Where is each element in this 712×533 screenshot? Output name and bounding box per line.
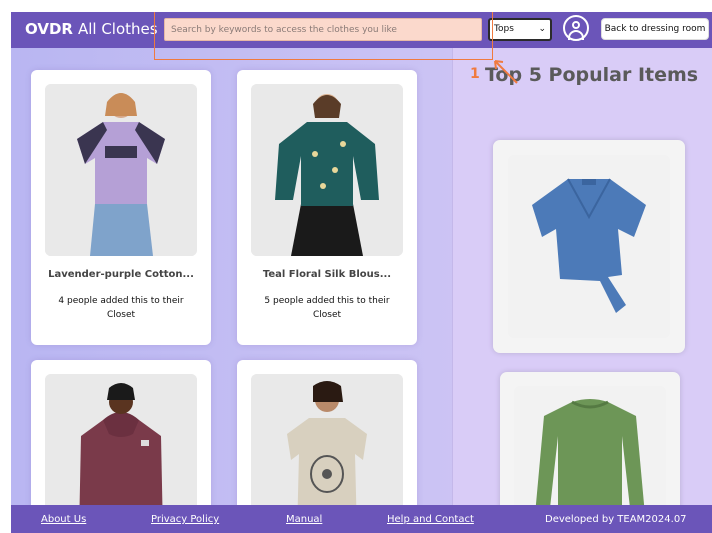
product-card[interactable]: Teal Floral Silk Blous... 5 people added… [237,70,417,345]
search-input[interactable] [164,18,482,41]
product-image[interactable] [45,84,197,256]
product-title[interactable]: Lavender-purple Cotton... [31,269,211,280]
footer-link-help[interactable]: Help and Contact [387,514,474,525]
popular-item-card[interactable] [500,372,680,526]
popular-item-card[interactable] [493,140,685,353]
product-closet-count: 5 people added this to their Closet [264,296,390,320]
user-icon-head [572,21,580,29]
footer-credit: Developed by TEAM2024.07 [545,514,687,525]
panel-divider [452,48,453,505]
chevron-down-icon: ⌄ [538,24,546,34]
top-bar: OVDRAll Clothes Tops ⌄ Back to dressing … [11,12,712,48]
product-closet-count: 4 people added this to their Closet [58,296,184,320]
footer-link-about[interactable]: About Us [41,514,86,525]
product-title[interactable]: Teal Floral Silk Blous... [237,269,417,280]
user-circle-icon[interactable] [563,15,589,41]
product-card[interactable]: Lavender-purple Cotton... 4 people added… [31,70,211,345]
product-image[interactable] [251,84,403,256]
main-content: Lavender-purple Cotton... 4 people added… [11,48,712,533]
footer: About Us Privacy Policy Manual Help and … [11,505,712,533]
annotation-arrow-icon [494,60,518,84]
category-select[interactable]: Tops ⌄ [488,18,552,41]
brand[interactable]: OVDR All Clothes [25,20,158,38]
back-to-dressing-room-button[interactable]: Back to dressing room [601,18,709,40]
brand-logo-text: OVDR [25,20,73,38]
annotation-number: 1 [470,66,480,82]
category-select-value: Tops [494,24,514,34]
footer-link-manual[interactable]: Manual [286,514,322,525]
popular-item-image[interactable] [508,155,670,338]
footer-link-privacy[interactable]: Privacy Policy [151,514,219,525]
brand-page-title: All Clothes [77,20,158,38]
app-window: OVDRAll Clothes Tops ⌄ Back to dressing … [11,12,712,533]
user-icon-body [568,30,584,40]
